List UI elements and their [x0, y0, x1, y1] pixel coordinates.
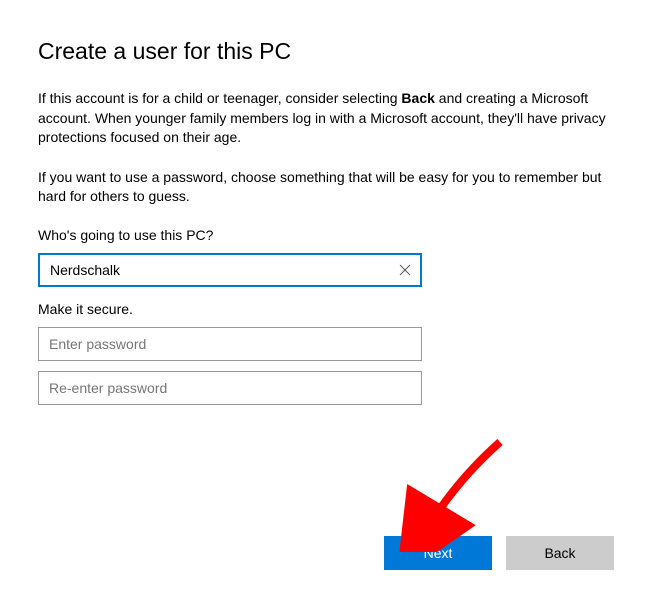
intro-paragraph-2: If you want to use a password, choose so… [38, 168, 613, 207]
reenter-password-input[interactable] [38, 371, 422, 405]
reenter-password-field-wrapper [38, 371, 422, 405]
intro-paragraph-1-bold: Back [401, 90, 434, 106]
button-row: Next Back [384, 536, 614, 570]
username-field-wrapper [38, 253, 422, 287]
close-icon [399, 264, 411, 276]
username-label: Who's going to use this PC? [38, 227, 614, 243]
password-field-wrapper [38, 327, 422, 361]
username-input[interactable] [38, 253, 422, 287]
intro-paragraph-1: If this account is for a child or teenag… [38, 89, 613, 148]
next-button[interactable]: Next [384, 536, 492, 570]
intro-paragraph-1a: If this account is for a child or teenag… [38, 90, 401, 106]
page-title: Create a user for this PC [38, 38, 614, 65]
back-button[interactable]: Back [506, 536, 614, 570]
clear-username-button[interactable] [392, 257, 418, 283]
secure-label: Make it secure. [38, 301, 614, 317]
password-input[interactable] [38, 327, 422, 361]
arrow-annotation [395, 432, 515, 552]
